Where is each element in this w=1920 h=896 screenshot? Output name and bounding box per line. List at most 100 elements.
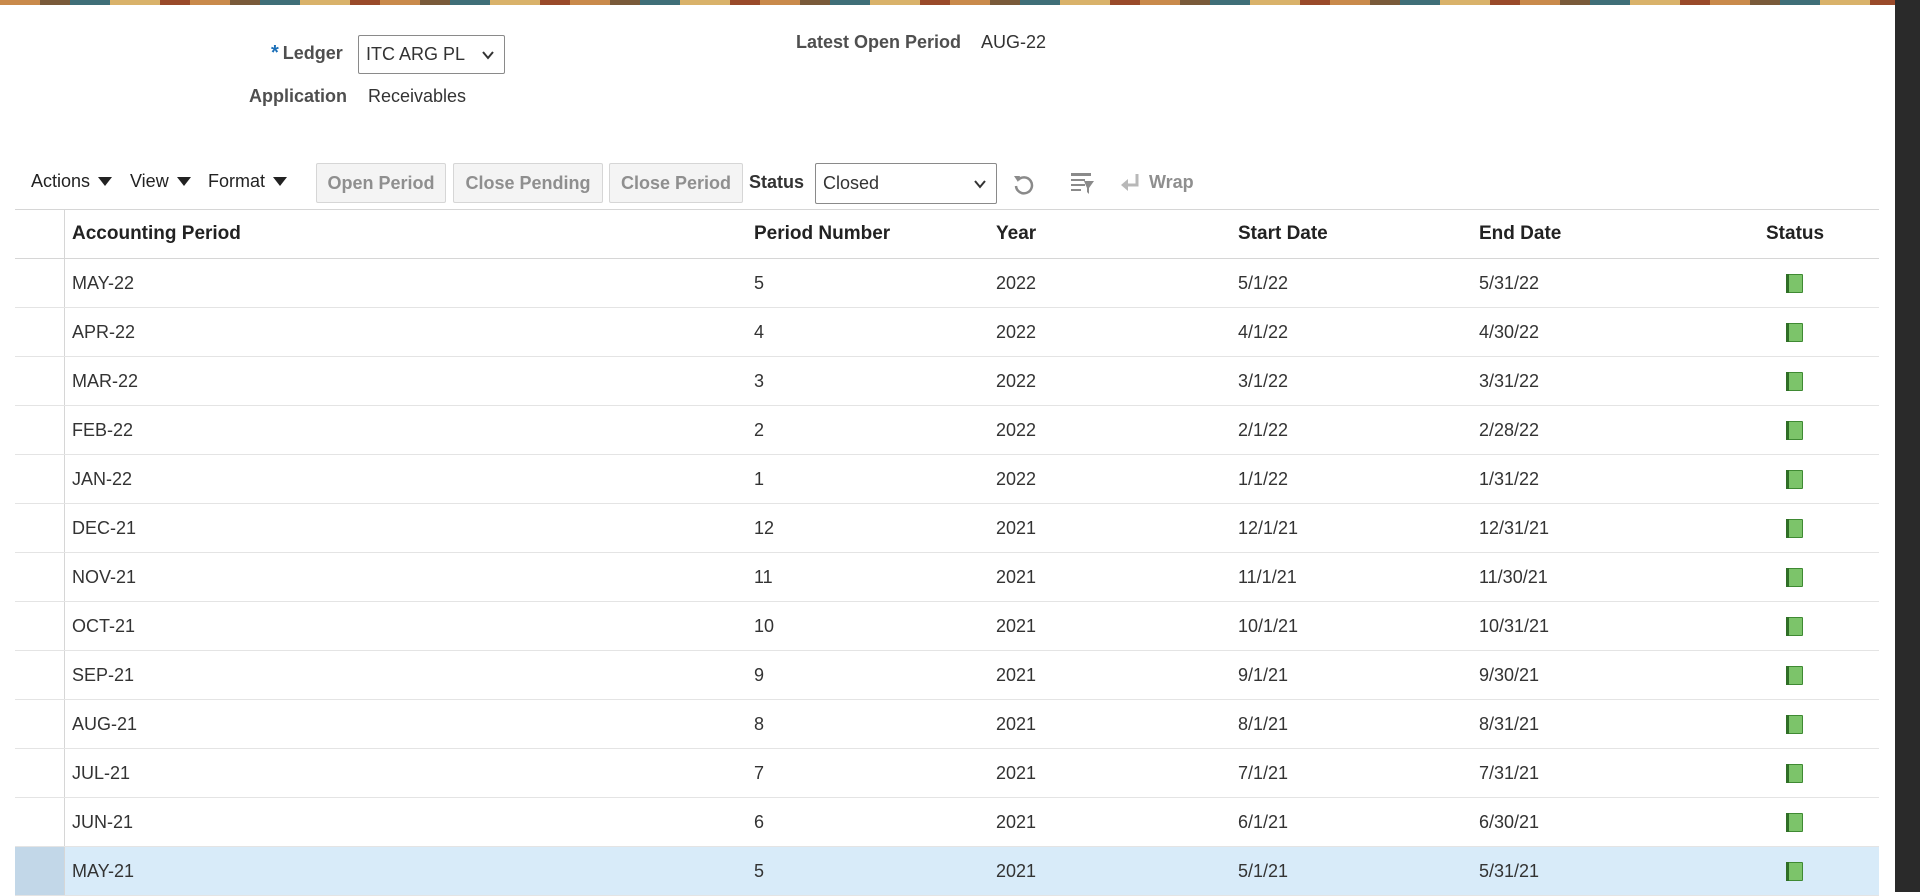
closed-book-icon[interactable] bbox=[1783, 322, 1805, 343]
table-row[interactable]: MAY-21 5 2021 5/1/21 5/31/21 bbox=[15, 847, 1879, 896]
close-period-button[interactable]: Close Period bbox=[609, 163, 743, 203]
closed-book-icon[interactable] bbox=[1783, 567, 1805, 588]
refresh-icon[interactable] bbox=[1011, 171, 1037, 197]
cell-period-number: 4 bbox=[754, 322, 765, 342]
closed-book-icon[interactable] bbox=[1783, 616, 1805, 637]
closed-book-icon[interactable] bbox=[1783, 665, 1805, 686]
cell-accounting-period: SEP-21 bbox=[72, 665, 135, 685]
closed-book-icon[interactable] bbox=[1783, 469, 1805, 490]
row-selector-header bbox=[15, 210, 65, 258]
chevron-down-icon bbox=[482, 51, 494, 60]
ledger-select[interactable]: ITC ARG PL bbox=[358, 35, 505, 74]
cell-period-number: 6 bbox=[754, 812, 765, 832]
cell-start-date: 9/1/21 bbox=[1238, 665, 1289, 685]
freeze-columns-icon[interactable] bbox=[1070, 171, 1096, 197]
table-row[interactable]: MAY-22 5 2022 5/1/22 5/31/22 bbox=[15, 259, 1879, 308]
cell-end-date: 7/31/21 bbox=[1479, 763, 1540, 783]
latest-open-period-label: Latest Open Period bbox=[796, 32, 962, 52]
cell-period-number: 9 bbox=[754, 665, 765, 685]
column-header-end-date[interactable]: End Date bbox=[1479, 223, 1561, 245]
table-row[interactable]: MAR-22 3 2022 3/1/22 3/31/22 bbox=[15, 357, 1879, 406]
cell-year: 2022 bbox=[996, 273, 1037, 293]
cell-start-date: 6/1/21 bbox=[1238, 812, 1289, 832]
closed-book-icon[interactable] bbox=[1783, 518, 1805, 539]
triangle-down-icon bbox=[98, 177, 113, 186]
format-menu[interactable]: Format bbox=[208, 171, 288, 192]
cell-end-date: 12/31/21 bbox=[1479, 518, 1550, 538]
row-selector[interactable] bbox=[15, 553, 65, 601]
row-selector[interactable] bbox=[15, 651, 65, 699]
column-header-year[interactable]: Year bbox=[996, 223, 1036, 245]
cell-period-number: 8 bbox=[754, 714, 765, 734]
table-row[interactable]: DEC-21 12 2021 12/1/21 12/31/21 bbox=[15, 504, 1879, 553]
cell-start-date: 8/1/21 bbox=[1238, 714, 1289, 734]
column-header-period-number[interactable]: Period Number bbox=[754, 223, 890, 245]
cell-start-date: 5/1/22 bbox=[1238, 273, 1289, 293]
cell-period-number: 5 bbox=[754, 273, 765, 293]
row-selector[interactable] bbox=[15, 798, 65, 846]
table-row[interactable]: JUL-21 7 2021 7/1/21 7/31/21 bbox=[15, 749, 1879, 798]
column-header-status[interactable]: Status bbox=[1766, 223, 1824, 245]
wrap-button-label[interactable]: Wrap bbox=[1149, 172, 1194, 193]
table-row[interactable]: NOV-21 11 2021 11/1/21 11/30/21 bbox=[15, 553, 1879, 602]
close-pending-button[interactable]: Close Pending bbox=[453, 163, 603, 203]
closed-book-icon[interactable] bbox=[1783, 371, 1805, 392]
cell-year: 2021 bbox=[996, 665, 1037, 685]
open-period-button[interactable]: Open Period bbox=[316, 163, 446, 203]
row-selector[interactable] bbox=[15, 847, 65, 895]
wrap-icon[interactable] bbox=[1119, 171, 1143, 195]
cell-end-date: 6/30/21 bbox=[1479, 812, 1540, 832]
closed-book-icon[interactable] bbox=[1783, 861, 1805, 882]
row-selector[interactable] bbox=[15, 602, 65, 650]
row-selector[interactable] bbox=[15, 406, 65, 454]
row-selector[interactable] bbox=[15, 259, 65, 307]
table-row[interactable]: AUG-21 8 2021 8/1/21 8/31/21 bbox=[15, 700, 1879, 749]
cell-end-date: 1/31/22 bbox=[1479, 469, 1540, 489]
table-row[interactable]: FEB-22 2 2022 2/1/22 2/28/22 bbox=[15, 406, 1879, 455]
table-row[interactable]: SEP-21 9 2021 9/1/21 9/30/21 bbox=[15, 651, 1879, 700]
closed-book-icon[interactable] bbox=[1783, 273, 1805, 294]
ledger-label: * Ledger bbox=[271, 42, 343, 64]
row-selector[interactable] bbox=[15, 749, 65, 797]
cell-start-date: 10/1/21 bbox=[1238, 616, 1299, 636]
closed-book-icon[interactable] bbox=[1783, 812, 1805, 833]
cell-accounting-period: MAY-22 bbox=[72, 273, 135, 293]
cell-start-date: 1/1/22 bbox=[1238, 469, 1289, 489]
status-filter-select[interactable]: Closed bbox=[815, 163, 997, 204]
cell-end-date: 3/31/22 bbox=[1479, 371, 1540, 391]
cell-accounting-period: MAY-21 bbox=[72, 861, 135, 881]
row-selector[interactable] bbox=[15, 308, 65, 356]
cell-period-number: 5 bbox=[754, 861, 765, 881]
table-row[interactable]: JAN-22 1 2022 1/1/22 1/31/22 bbox=[15, 455, 1879, 504]
window-edge bbox=[1895, 0, 1920, 892]
row-selector[interactable] bbox=[15, 357, 65, 405]
cell-end-date: 2/28/22 bbox=[1479, 420, 1540, 440]
cell-end-date: 4/30/22 bbox=[1479, 322, 1540, 342]
cell-end-date: 5/31/22 bbox=[1479, 273, 1540, 293]
row-selector[interactable] bbox=[15, 700, 65, 748]
table-row[interactable]: JUN-21 6 2021 6/1/21 6/30/21 bbox=[15, 798, 1879, 847]
accounting-periods-table: Accounting Period Period Number Year Sta… bbox=[15, 209, 1879, 896]
cell-accounting-period: DEC-21 bbox=[72, 518, 137, 538]
actions-menu[interactable]: Actions bbox=[31, 171, 113, 192]
cell-year: 2021 bbox=[996, 763, 1037, 783]
cell-period-number: 10 bbox=[754, 616, 775, 636]
view-menu[interactable]: View bbox=[130, 171, 191, 192]
cell-start-date: 7/1/21 bbox=[1238, 763, 1289, 783]
cell-accounting-period: AUG-21 bbox=[72, 714, 138, 734]
closed-book-icon[interactable] bbox=[1783, 763, 1805, 784]
cell-period-number: 3 bbox=[754, 371, 765, 391]
row-selector[interactable] bbox=[15, 504, 65, 552]
table-row[interactable]: OCT-21 10 2021 10/1/21 10/31/21 bbox=[15, 602, 1879, 651]
column-header-start-date[interactable]: Start Date bbox=[1238, 223, 1328, 245]
cell-period-number: 7 bbox=[754, 763, 765, 783]
column-header-accounting-period[interactable]: Accounting Period bbox=[72, 223, 241, 245]
row-selector[interactable] bbox=[15, 455, 65, 503]
closed-book-icon[interactable] bbox=[1783, 420, 1805, 441]
cell-year: 2021 bbox=[996, 518, 1037, 538]
cell-year: 2022 bbox=[996, 371, 1037, 391]
triangle-down-icon bbox=[176, 177, 191, 186]
cell-accounting-period: FEB-22 bbox=[72, 420, 134, 440]
table-row[interactable]: APR-22 4 2022 4/1/22 4/30/22 bbox=[15, 308, 1879, 357]
closed-book-icon[interactable] bbox=[1783, 714, 1805, 735]
